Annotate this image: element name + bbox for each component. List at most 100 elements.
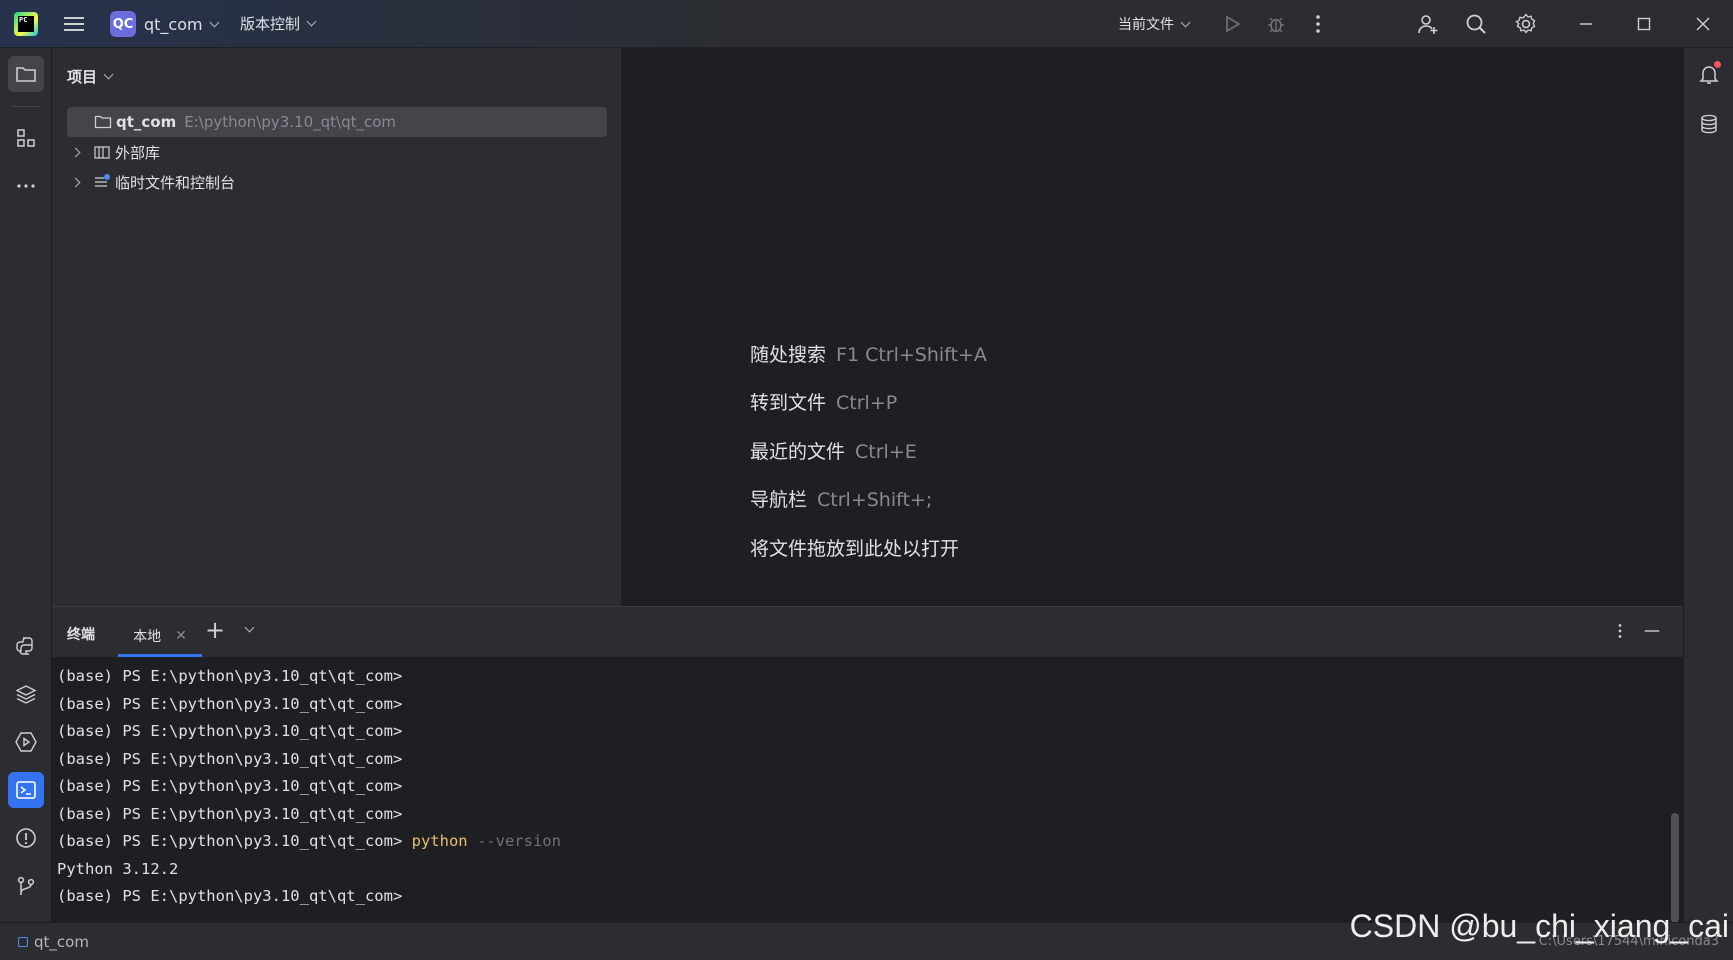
scratches-icon — [93, 173, 111, 191]
terminal-line: (base) PS E:\python\py3.10_qt\qt_com> — [57, 804, 403, 823]
terminal-command-flag: --version — [476, 832, 561, 850]
debug-icon[interactable] — [1262, 10, 1290, 38]
project-tool-folder-icon[interactable] — [8, 56, 44, 92]
terminal-line: (base) PS E:\python\py3.10_qt\qt_com> — [57, 777, 403, 795]
maximize-window-icon[interactable] — [1630, 10, 1658, 38]
chevron-right-icon[interactable] — [70, 147, 81, 157]
right-tool-strip — [1683, 48, 1733, 922]
terminal-tab-local[interactable]: 本地 ✕ — [118, 615, 202, 657]
terminal-line: (base) PS E:\python\py3.10_qt\qt_com> — [57, 887, 403, 905]
hint-drop-files: 将文件拖放到此处以打开 — [750, 534, 959, 561]
main-menu-icon[interactable] — [62, 14, 86, 34]
terminal-command-line: (base) PS E:\python\py3.10_qt\qt_com> py… — [57, 828, 1667, 856]
search-icon[interactable] — [1462, 10, 1490, 38]
git-branch-icon[interactable] — [8, 868, 44, 904]
hint-search-everywhere: 随处搜索 F1 Ctrl+Shift+A — [750, 340, 987, 367]
terminal-line: (base) PS E:\python\py3.10_qt\qt_com> — [57, 694, 403, 713]
tree-item-root[interactable]: qt_com E:\python\py3.10_qt\qt_com — [67, 107, 607, 137]
ide-window: PC QC qt_com 版本控制 当前文件 项目 qt_com E:\pyth… — [0, 0, 1733, 960]
vcs-menu[interactable]: 版本控制 — [240, 13, 317, 34]
chevron-down-icon — [244, 622, 254, 633]
chevron-down-icon — [306, 16, 317, 27]
tree-item-scratches[interactable]: 临时文件和控制台 — [67, 167, 235, 197]
terminal-more-icon[interactable] — [1609, 620, 1631, 642]
minimize-window-icon[interactable] — [1572, 10, 1600, 38]
add-user-icon[interactable] — [1414, 10, 1442, 38]
editor-empty-area[interactable]: 随处搜索 F1 Ctrl+Shift+A 转到文件 Ctrl+P 最近的文件 Ctrl… — [623, 48, 1683, 606]
chevron-down-icon — [103, 69, 114, 80]
tree-item-path: E:\python\py3.10_qt\qt_com — [184, 113, 397, 131]
hint-label: 导航栏 — [750, 489, 808, 511]
tree-item-label: 外部库 — [115, 143, 161, 162]
hint-recent-files: 最近的文件 Ctrl+E — [750, 437, 917, 464]
new-terminal-plus-icon[interactable]: + — [202, 618, 228, 644]
status-project-name: qt_com — [34, 933, 89, 951]
notifications-bell-icon[interactable] — [1691, 56, 1727, 92]
terminal-scrollbar[interactable] — [1671, 813, 1679, 923]
project-panel-title[interactable]: 项目 — [67, 66, 114, 87]
title-bar: PC QC qt_com 版本控制 当前文件 — [0, 0, 1733, 48]
pycharm-logo-icon[interactable]: PC — [14, 12, 38, 36]
more-tools-icon[interactable] — [8, 168, 44, 204]
close-window-icon[interactable] — [1689, 10, 1717, 38]
terminal-line: (base) PS E:\python\py3.10_qt\qt_com> — [57, 667, 403, 685]
chevron-down-icon — [209, 17, 220, 27]
terminal-tab-label: 本地 — [133, 629, 162, 645]
run-config-label: 当前文件 — [1118, 17, 1174, 33]
problems-icon[interactable] — [8, 820, 44, 856]
terminal-header: 终端 本地 ✕ + — [52, 607, 1683, 657]
terminal-output[interactable]: (base) PS E:\python\py3.10_qt\qt_com> (b… — [57, 663, 1667, 923]
logo-text: PC — [18, 16, 34, 32]
hint-label: 随处搜索 — [750, 344, 827, 366]
watermark: CSDN @bu_chi_xiang_cai — [1349, 908, 1729, 944]
terminal-icon[interactable] — [8, 772, 44, 808]
terminal-prompt: (base) PS E:\python\py3.10_qt\qt_com> — [57, 832, 403, 850]
hint-label: 转到文件 — [750, 392, 827, 414]
hint-shortcut: F1 Ctrl+Shift+A — [836, 344, 987, 366]
hint-navigation-bar: 导航栏 Ctrl+Shift+; — [750, 485, 932, 512]
hint-label: 最近的文件 — [750, 441, 846, 463]
close-tab-icon[interactable]: ✕ — [175, 628, 187, 644]
python-console-icon[interactable] — [8, 628, 44, 664]
more-actions-icon[interactable] — [1304, 10, 1332, 38]
active-tab-indicator — [118, 654, 202, 657]
folder-icon — [94, 113, 112, 131]
notification-badge — [1714, 61, 1721, 68]
terminal-line: (base) PS E:\python\py3.10_qt\qt_com> — [57, 749, 403, 768]
hide-panel-icon[interactable] — [1641, 620, 1663, 642]
services-run-icon[interactable] — [8, 724, 44, 760]
hint-goto-file: 转到文件 Ctrl+P — [750, 388, 897, 415]
project-selector[interactable]: QC qt_com — [110, 10, 220, 38]
status-project-breadcrumb[interactable]: qt_com — [18, 933, 89, 951]
tree-item-label: qt_com — [116, 113, 177, 131]
terminal-line: (base) PS E:\python\py3.10_qt\qt_com> — [57, 722, 403, 740]
run-config-selector[interactable]: 当前文件 — [1118, 14, 1191, 34]
project-module-icon — [18, 937, 28, 947]
left-tool-strip — [0, 48, 52, 922]
hint-shortcut: Ctrl+Shift+; — [817, 489, 933, 511]
tree-item-external-libs[interactable]: 外部库 — [67, 137, 160, 167]
terminal-title: 终端 — [67, 627, 95, 643]
tree-item-label: 临时文件和控制台 — [115, 173, 236, 192]
terminal-output-line: Python 3.12.2 — [57, 859, 179, 878]
structure-icon[interactable] — [8, 120, 44, 156]
library-icon — [93, 143, 111, 161]
terminal-command: python — [411, 832, 468, 850]
terminal-options-chevron-icon[interactable] — [238, 619, 260, 641]
project-panel: 项目 qt_com E:\python\py3.10_qt\qt_com 外部库… — [52, 48, 622, 606]
project-badge: QC — [110, 11, 136, 37]
chevron-down-icon — [1180, 17, 1191, 27]
hint-label: 将文件拖放到此处以打开 — [750, 538, 960, 560]
terminal-panel: 终端 本地 ✕ + (base) PS E:\python\py3.10_qt\… — [52, 606, 1683, 923]
run-icon[interactable] — [1218, 10, 1246, 38]
project-panel-label: 项目 — [67, 68, 98, 86]
project-name: qt_com — [144, 14, 203, 34]
chevron-right-icon[interactable] — [70, 177, 81, 187]
settings-gear-icon[interactable] — [1512, 10, 1540, 38]
hint-shortcut: Ctrl+E — [855, 441, 917, 463]
hint-shortcut: Ctrl+P — [836, 392, 898, 414]
strip-divider — [12, 106, 40, 107]
database-icon[interactable] — [1691, 106, 1727, 142]
vcs-label: 版本控制 — [240, 15, 301, 33]
python-packages-icon[interactable] — [8, 676, 44, 712]
